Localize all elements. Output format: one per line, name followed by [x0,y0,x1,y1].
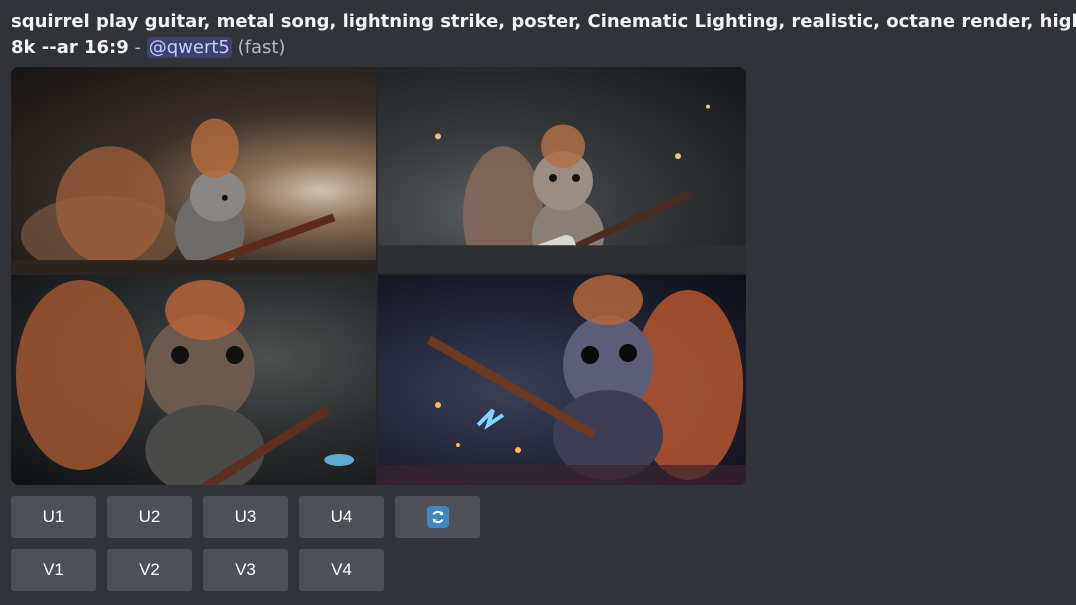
prompt-text-line-2: 8k --ar 16:9 - @qwert5 (fast) [11,35,1076,61]
variation-button-row: V1 V2 V3 V4 [11,549,384,591]
upscale-3-button[interactable]: U3 [203,496,288,538]
variation-2-button[interactable]: V2 [107,549,192,591]
prompt-text-end: 8k --ar 16:9 [11,37,129,58]
variation-1-button[interactable]: V1 [11,549,96,591]
upscale-button-row: U1 U2 U3 U4 [11,496,480,538]
image-tile-2[interactable] [378,67,746,275]
message: squirrel play guitar, metal song, lightn… [11,9,1076,61]
upscale-4-button[interactable]: U4 [299,496,384,538]
refresh-icon [426,506,449,528]
variation-3-button[interactable]: V3 [203,549,288,591]
separator: - [128,37,147,58]
reroll-button[interactable] [395,496,480,538]
user-mention[interactable]: @qwert5 [146,37,232,58]
image-grid[interactable] [11,67,746,485]
speed-label: (fast) [237,37,286,58]
upscale-1-button[interactable]: U1 [11,496,96,538]
image-tile-3[interactable] [11,275,378,485]
variation-4-button[interactable]: V4 [299,549,384,591]
upscale-2-button[interactable]: U2 [107,496,192,538]
image-tile-4[interactable] [378,275,746,485]
image-tile-1[interactable] [11,67,378,275]
prompt-text-line-1: squirrel play guitar, metal song, lightn… [11,11,1076,32]
